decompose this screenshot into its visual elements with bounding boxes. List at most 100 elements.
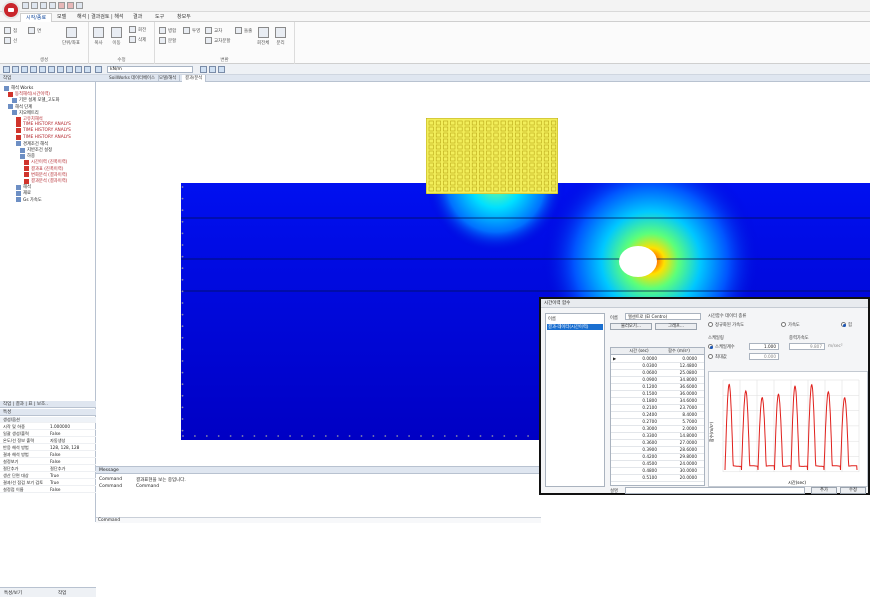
- tree-item[interactable]: Gs 가속도: [16, 197, 42, 203]
- tree-item[interactable]: 결과표 (진폭이력): [24, 166, 63, 172]
- command-input[interactable]: Command: [96, 517, 541, 523]
- time-cell[interactable]: 0.0000: [621, 356, 657, 362]
- time-cell[interactable]: 0.4800: [621, 468, 657, 474]
- max-value-radio[interactable]: [708, 354, 713, 359]
- note-input[interactable]: [625, 487, 805, 494]
- property-row[interactable]: 설정점 이름 False: [0, 487, 96, 493]
- tree-item[interactable]: TIME HISTORY ANALYS: [16, 128, 71, 134]
- extrude-button[interactable]: 돌출: [235, 27, 252, 34]
- property-value[interactable]: 1.000000: [50, 424, 70, 430]
- select-icon[interactable]: [3, 66, 10, 73]
- snap-icon[interactable]: [57, 66, 64, 73]
- time-cell[interactable]: 0.5100: [621, 475, 657, 481]
- property-row[interactable]: 절단추가 절단추가: [0, 466, 96, 472]
- function-cell[interactable]: 36.6000: [659, 384, 697, 390]
- wire-icon[interactable]: [84, 66, 91, 73]
- function-cell[interactable]: 14.8000: [659, 433, 697, 439]
- split-button[interactable]: 분할: [159, 37, 176, 44]
- function-list-item[interactable]: 결과-데이터(시간이력): [547, 324, 603, 330]
- tab-works[interactable]: 작업: [58, 590, 66, 596]
- new-file-icon[interactable]: [22, 2, 29, 9]
- pdf-icon[interactable]: [58, 2, 65, 9]
- scale-factor-input[interactable]: 1.000: [749, 343, 779, 350]
- time-cell[interactable]: 0.4200: [621, 454, 657, 460]
- property-value[interactable]: 128, 128, 128: [50, 445, 79, 451]
- function-cell[interactable]: 2.0000: [659, 426, 697, 432]
- property-value[interactable]: False: [50, 459, 61, 465]
- coord-button[interactable]: 단위/좌표: [62, 27, 80, 46]
- grid-icon[interactable]: [48, 66, 55, 73]
- tab-results[interactable]: 결과/분석: [182, 75, 207, 82]
- property-value[interactable]: False: [50, 487, 61, 493]
- time-cell[interactable]: 0.3300: [621, 433, 657, 439]
- property-row[interactable]: 시작 및 하중 1.000000: [0, 424, 96, 430]
- tree-item[interactable]: 해석 Works: [4, 85, 33, 91]
- undo-icon[interactable]: [76, 2, 83, 9]
- tree-item[interactable]: 결과분석 (결과이력): [24, 178, 67, 184]
- tree-item[interactable]: 해석: [16, 184, 31, 190]
- function-cell[interactable]: 5.7000: [659, 419, 697, 425]
- function-table[interactable]: 시간 (sec) 함수 (m/s²) ▶ 0.0000 0.0000 0.0300 12…: [610, 347, 705, 486]
- tree-item[interactable]: 지오메트리: [12, 110, 39, 116]
- view-icon[interactable]: [39, 66, 46, 73]
- property-value[interactable]: True: [50, 473, 59, 479]
- tree-item[interactable]: 시간이력 (진폭이력): [24, 159, 67, 165]
- tree-item[interactable]: 하중: [20, 153, 35, 159]
- function-cell[interactable]: 34.8000: [659, 377, 697, 383]
- tree-item[interactable]: 변화분석 (결과이력): [24, 172, 67, 178]
- tab-database[interactable]: SoilWorks 데이터베이스: [106, 75, 159, 82]
- time-cell[interactable]: 0.2700: [621, 419, 657, 425]
- display-icon[interactable]: [200, 66, 207, 73]
- tree-item[interactable]: TIME HISTORY ANALYS: [16, 134, 71, 140]
- time-cell[interactable]: 0.2100: [621, 405, 657, 411]
- menu-tab-analysis[interactable]: 해석 | 결과검토 | 해석: [72, 13, 129, 22]
- time-cell[interactable]: 0.0600: [621, 370, 657, 376]
- intersect-button[interactable]: 교차: [205, 27, 222, 34]
- function-cell[interactable]: 30.0000: [659, 468, 697, 474]
- app-logo-icon[interactable]: [2, 1, 20, 19]
- intersect-split-button[interactable]: 교차분할: [205, 37, 231, 44]
- property-value[interactable]: 절단추가: [50, 466, 65, 472]
- face-button[interactable]: 면: [28, 27, 41, 34]
- time-cell[interactable]: 0.3600: [621, 440, 657, 446]
- time-cell[interactable]: 0.4500: [621, 461, 657, 467]
- save-as-icon[interactable]: [49, 2, 56, 9]
- tree-item[interactable]: 해석 단계: [8, 104, 32, 110]
- project-button[interactable]: 투영: [183, 27, 200, 34]
- layer-icon[interactable]: [95, 66, 102, 73]
- tree-item[interactable]: 지반조건 설정: [20, 147, 52, 153]
- tree-item[interactable]: TIME HISTORY ANALYS: [16, 122, 71, 128]
- point-button[interactable]: 점: [4, 27, 17, 34]
- menu-tab-window[interactable]: 창모두: [172, 13, 196, 22]
- delete-button[interactable]: 삭제: [129, 36, 146, 43]
- name-input[interactable]: 엘센트로 (El Centro): [625, 313, 701, 320]
- print-icon[interactable]: [67, 2, 74, 9]
- add-button[interactable]: 추가: [811, 487, 837, 494]
- property-value[interactable]: False: [50, 452, 61, 458]
- merge-button[interactable]: 병합: [159, 27, 176, 34]
- graph-button[interactable]: 그래프...: [655, 323, 697, 330]
- scale-factor-radio[interactable]: [708, 344, 713, 349]
- property-value[interactable]: False: [50, 431, 61, 437]
- menu-tab-tools[interactable]: 도구: [150, 13, 169, 22]
- tree-item[interactable]: 동적해석(시간이력): [8, 91, 50, 97]
- time-cell[interactable]: 0.3000: [621, 426, 657, 432]
- function-cell[interactable]: 0.0000: [659, 356, 697, 362]
- tree-item[interactable]: 기본 설계 모델_고도화: [12, 97, 59, 103]
- time-cell[interactable]: 0.1800: [621, 398, 657, 404]
- property-row[interactable]: 설정보기 False: [0, 459, 96, 465]
- property-row[interactable]: 온도/선 정보 출력 자동생성: [0, 438, 96, 444]
- function-cell[interactable]: 29.8000: [659, 454, 697, 460]
- time-cell[interactable]: 0.1200: [621, 384, 657, 390]
- property-row[interactable]: 결과/선 점검 보기 검토 True: [0, 480, 96, 486]
- panel-tabs-header[interactable]: 작업 | 결과 | 표 | 보조..: [0, 401, 96, 408]
- function-cell[interactable]: 25.0800: [659, 370, 697, 376]
- time-cell[interactable]: 0.2400: [621, 412, 657, 418]
- tree-item[interactable]: 재료: [16, 190, 31, 196]
- revolve-button[interactable]: 회전체: [257, 27, 269, 46]
- copy-button[interactable]: 복사: [93, 27, 104, 46]
- property-row[interactable]: 일괄 생성/출력 False: [0, 431, 96, 437]
- fit-icon[interactable]: [30, 66, 37, 73]
- mesh-icon[interactable]: [218, 66, 225, 73]
- function-cell[interactable]: 20.0000: [659, 475, 697, 481]
